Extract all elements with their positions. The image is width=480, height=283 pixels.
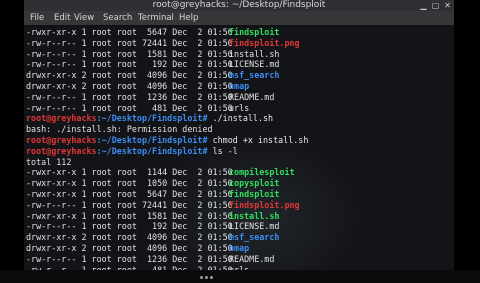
listing-row: -rw-r--r-- 1 root root 1581 Dec 2 01:50 i…: [26, 48, 279, 60]
file-metadata: drwxr-xr-x 2 root root 4096 Dec 2 01:50: [26, 243, 233, 253]
menu-file[interactable]: File: [30, 11, 44, 25]
file-metadata: -rwxr-xr-x 1 root root 1581 Dec 2 01:50: [26, 210, 233, 221]
command-text: chmod +x install.sh: [207, 135, 309, 145]
file-metadata: -rw-r--r-- 1 root root 192 Dec 2 01:50: [26, 221, 233, 232]
file-name: copysploit: [229, 178, 280, 189]
prompt-user-host: root@greyhacks: [26, 135, 97, 145]
minimize-icon[interactable]: ▁: [419, 1, 428, 10]
listing-row: -rw-r--r-- 1 root root 192 Dec 2 01:50 LI…: [26, 221, 279, 232]
file-metadata: -rwxr-xr-x 1 root root 1144 Dec 2 01:50: [26, 167, 233, 178]
file-name: install.sh: [229, 210, 280, 221]
menu-bar: File Edit View Search Terminal Help: [24, 11, 454, 25]
menu-help[interactable]: Help: [179, 11, 198, 25]
listing-row: drwxr-xr-x 2 root root 4096 Dec 2 01:50 m…: [26, 232, 279, 243]
prompt-line: root@greyhacks:~/Desktop/Findsploit# ls …: [26, 146, 238, 157]
file-name: findsploit: [229, 27, 280, 37]
listing-row: -rwxr-xr-x 1 root root 5647 Dec 2 01:50 f…: [26, 27, 279, 38]
prompt-user-host: root@greyhacks: [26, 145, 97, 156]
listing-row: drwxr-xr-x 2 root root 4096 Dec 2 01:50 m…: [26, 70, 279, 81]
file-name: findsploit: [229, 189, 280, 199]
prompt-path: :~/Desktop/Findsploit#: [96, 135, 208, 145]
file-metadata: -rwxr-xr-x 1 root root 5647 Dec 2 01:50: [26, 189, 233, 199]
file-metadata: drwxr-xr-x 2 root root 4096 Dec 2 01:50: [26, 81, 233, 91]
listing-row: -rwxr-xr-x 1 root root 5647 Dec 2 01:50 f…: [26, 189, 279, 200]
maximize-icon[interactable]: ▢: [431, 1, 440, 10]
total-blocks: total 112: [26, 156, 72, 167]
menu-edit[interactable]: Edit: [54, 11, 70, 25]
listing-row: -rwxr-xr-x 1 root root 1050 Dec 2 01:50 c…: [26, 178, 279, 189]
menu-terminal[interactable]: Terminal: [138, 11, 174, 25]
file-name: compilesploit: [229, 167, 295, 178]
file-name: nmap: [229, 81, 250, 91]
listing-row: -rw-r--r-- 1 root root 481 Dec 2 01:50 ur…: [26, 102, 249, 114]
file-metadata: -rwxr-xr-x 1 root root 5647 Dec 2 01:50: [26, 27, 233, 37]
file-metadata: -rw-r--r-- 1 root root 72441 Dec 2 01:50: [26, 37, 233, 48]
listing-row: -rw-r--r-- 1 root root 192 Dec 2 01:50 LI…: [26, 59, 279, 70]
listing-row: -rw-r--r-- 1 root root 72441 Dec 2 01:50…: [26, 37, 300, 49]
file-name: README.md: [229, 253, 275, 264]
window-titlebar[interactable]: root@greyhacks: ~/Desktop/Findsploit ▁ ▢…: [24, 0, 454, 11]
file-name: install.sh: [229, 48, 280, 59]
menu-view[interactable]: View: [74, 11, 94, 25]
listing-row: -rw-r--r-- 1 root root 72441 Dec 2 01:50…: [26, 199, 300, 211]
file-name: urls: [229, 102, 250, 113]
file-name: urls: [229, 264, 250, 270]
file-name: msf_search: [229, 232, 280, 243]
menu-search[interactable]: Search: [103, 11, 132, 25]
file-name: LICENSE.md: [229, 221, 280, 232]
total-line: total 112: [26, 157, 71, 168]
letterbox-left: [0, 0, 24, 270]
listing-row: -rwxr-xr-x 1 root root 1581 Dec 2 01:50 i…: [26, 210, 279, 222]
file-name: findsploit.png: [229, 199, 300, 210]
file-metadata: -rw-r--r-- 1 root root 192 Dec 2 01:50: [26, 59, 233, 70]
file-metadata: drwxr-xr-x 2 root root 4096 Dec 2 01:50: [26, 70, 233, 81]
listing-row: drwxr-xr-x 2 root root 4096 Dec 2 01:50 n…: [26, 81, 249, 92]
listing-row: -rwxr-xr-x 1 root root 1144 Dec 2 01:50 c…: [26, 167, 295, 178]
file-metadata: -rw-r--r-- 1 root root 1236 Dec 2 01:50: [26, 253, 233, 264]
file-name: nmap: [229, 243, 250, 253]
error-message: bash: ./install.sh: Permission denied: [26, 124, 213, 135]
file-metadata: drwxr-xr-x 2 root root 4096 Dec 2 01:50: [26, 232, 233, 243]
file-name: LICENSE.md: [229, 59, 280, 70]
listing-row: drwxr-xr-x 2 root root 4096 Dec 2 01:50 n…: [26, 243, 249, 254]
command-text: ./install.sh: [207, 113, 274, 124]
prompt-path: :~/Desktop/Findsploit#: [96, 145, 208, 156]
window-title: root@greyhacks: ~/Desktop/Findsploit: [152, 0, 326, 10]
letterbox-right: [454, 0, 480, 270]
listing-row: -rw-r--r-- 1 root root 1236 Dec 2 01:50 R…: [26, 91, 274, 103]
error-line: bash: ./install.sh: Permission denied: [26, 124, 213, 135]
file-name: findsploit.png: [229, 37, 300, 48]
file-metadata: -rw-r--r-- 1 root root 1236 Dec 2 01:50: [26, 91, 233, 102]
file-metadata: -rw-r--r-- 1 root root 1581 Dec 2 01:50: [26, 48, 233, 59]
prompt-line: root@greyhacks:~/Desktop/Findsploit# chm…: [26, 135, 308, 146]
file-name: README.md: [229, 91, 275, 102]
taskbar-indicator: [200, 264, 230, 279]
terminal-output[interactable]: -rwxr-xr-x 1 root root 5647 Dec 2 01:50 f…: [24, 27, 454, 270]
file-metadata: -rwxr-xr-x 1 root root 1050 Dec 2 01:50: [26, 178, 233, 189]
file-metadata: -rw-r--r-- 1 root root 72441 Dec 2 01:50: [26, 199, 233, 210]
file-name: msf_search: [229, 70, 280, 81]
file-metadata: -rw-r--r-- 1 root root 481 Dec 2 01:50: [26, 102, 233, 113]
prompt-user-host: root@greyhacks: [26, 113, 97, 124]
terminal-window: root@greyhacks: ~/Desktop/Findsploit ▁ ▢…: [24, 0, 454, 270]
prompt-line: root@greyhacks:~/Desktop/Findsploit# ./i…: [26, 113, 273, 124]
close-icon[interactable]: ✕: [443, 1, 452, 10]
command-text: ls -l: [207, 145, 238, 156]
prompt-path: :~/Desktop/Findsploit#: [96, 113, 208, 124]
